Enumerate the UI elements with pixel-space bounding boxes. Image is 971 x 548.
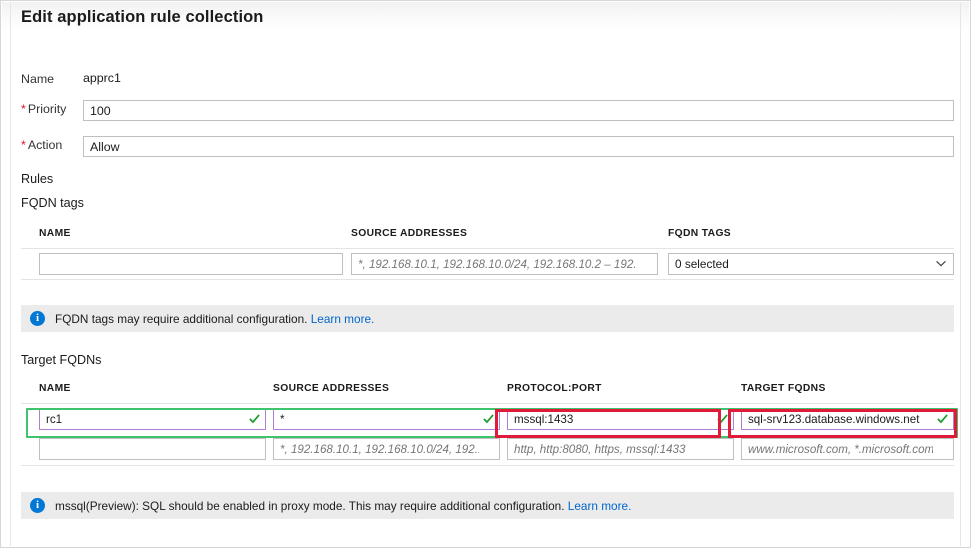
target-fqdns-cell-source-addresses-empty xyxy=(273,438,500,460)
target-fqdns-row-divider xyxy=(21,465,954,466)
target-fqdns-target-fqdns-input-empty[interactable] xyxy=(741,438,954,460)
fqdn-tags-grid: NAME SOURCE ADDRESSES FQDN TAGS 0 select… xyxy=(21,226,954,280)
target-fqdns-cell-name-empty xyxy=(39,438,266,460)
target-fqdns-source-addresses-input[interactable] xyxy=(273,408,500,430)
fqdn-tags-row-divider xyxy=(21,279,954,280)
table-row: 0 selected xyxy=(21,249,954,279)
priority-input[interactable] xyxy=(83,100,954,121)
field-row-priority: * Priority xyxy=(21,100,954,122)
priority-label-text: Priority xyxy=(27,102,67,116)
target-fqdns-info-text: mssql(Preview): SQL should be enabled in… xyxy=(55,499,631,513)
target-fqdns-header-row: NAME SOURCE ADDRESSES PROTOCOL:PORT TARG… xyxy=(21,381,954,403)
action-input[interactable] xyxy=(83,136,954,157)
fqdn-tags-dropdown[interactable]: 0 selected xyxy=(668,253,954,275)
page-title: Edit application rule collection xyxy=(21,8,264,26)
azure-portal-blade: Edit application rule collection Name ap… xyxy=(0,0,971,548)
target-fqdns-learn-more-link[interactable]: Learn more. xyxy=(568,499,632,513)
fqdn-tags-source-addresses-input[interactable] xyxy=(351,253,658,275)
table-row xyxy=(21,404,954,434)
target-fqdns-name-input[interactable] xyxy=(39,408,266,430)
action-label-text: Action xyxy=(27,138,63,152)
target-fqdns-cell-protocol-port xyxy=(507,408,734,430)
name-value: apprc1 xyxy=(83,71,121,85)
target-fqdns-protocol-port-input[interactable] xyxy=(507,408,734,430)
target-fqdns-cell-name xyxy=(39,408,266,430)
fqdn-tags-info-banner: i FQDN tags may require additional confi… xyxy=(21,305,954,332)
blade-content-frame: Edit application rule collection Name ap… xyxy=(10,2,961,546)
fqdn-tags-cell-source-addresses xyxy=(351,253,658,275)
target-fqdns-source-addresses-input-empty[interactable] xyxy=(273,438,500,460)
action-label: * Action xyxy=(21,138,83,152)
chevron-down-icon xyxy=(936,260,946,267)
fqdn-tags-col-source-addresses: SOURCE ADDRESSES xyxy=(351,228,468,239)
fqdn-tags-col-fqdn-tags: FQDN TAGS xyxy=(668,228,732,239)
fqdn-tags-cell-fqdn-tags: 0 selected xyxy=(668,253,954,275)
target-fqdns-cell-target-fqdns xyxy=(741,408,954,430)
target-fqdns-cell-source-addresses xyxy=(273,408,500,430)
info-icon: i xyxy=(30,311,45,326)
field-row-action: * Action xyxy=(21,136,954,158)
field-row-name: Name apprc1 xyxy=(21,70,954,92)
fqdn-tags-header-row: NAME SOURCE ADDRESSES FQDN TAGS xyxy=(21,226,954,248)
name-label: Name xyxy=(21,72,55,86)
required-asterisk-action: * xyxy=(21,138,26,152)
target-fqdns-col-target-fqdns: TARGET FQDNS xyxy=(741,383,826,394)
target-fqdns-cell-target-fqdns-empty xyxy=(741,438,954,460)
target-fqdns-col-source-addresses: SOURCE ADDRESSES xyxy=(273,383,390,394)
target-fqdns-grid: NAME SOURCE ADDRESSES PROTOCOL:PORT TARG… xyxy=(21,381,954,466)
required-asterisk-priority: * xyxy=(21,102,26,116)
priority-label: * Priority xyxy=(21,102,83,116)
target-fqdns-cell-protocol-port-empty xyxy=(507,438,734,460)
target-fqdns-protocol-port-input-empty[interactable] xyxy=(507,438,734,460)
target-fqdns-name-input-empty[interactable] xyxy=(39,438,266,460)
fqdn-tags-title: FQDN tags xyxy=(21,196,84,210)
target-fqdns-col-name: NAME xyxy=(39,383,71,394)
target-fqdns-title: Target FQDNs xyxy=(21,353,102,367)
info-icon: i xyxy=(30,498,45,513)
target-fqdns-target-fqdns-input[interactable] xyxy=(741,408,954,430)
fqdn-tags-dropdown-value: 0 selected xyxy=(675,257,729,271)
fqdn-tags-learn-more-link[interactable]: Learn more. xyxy=(311,312,375,326)
fqdn-tags-name-input[interactable] xyxy=(39,253,343,275)
fqdn-tags-info-message: FQDN tags may require additional configu… xyxy=(55,311,308,326)
target-fqdns-info-message: mssql(Preview): SQL should be enabled in… xyxy=(55,498,565,513)
target-fqdns-col-protocol-port: PROTOCOL:PORT xyxy=(507,383,602,394)
fqdn-tags-col-name: NAME xyxy=(39,228,71,239)
fqdn-tags-cell-name xyxy=(39,253,343,275)
rules-section-label: Rules xyxy=(21,172,54,186)
target-fqdns-info-banner: i mssql(Preview): SQL should be enabled … xyxy=(21,492,954,519)
table-row xyxy=(21,434,954,464)
fqdn-tags-info-text: FQDN tags may require additional configu… xyxy=(55,312,374,326)
